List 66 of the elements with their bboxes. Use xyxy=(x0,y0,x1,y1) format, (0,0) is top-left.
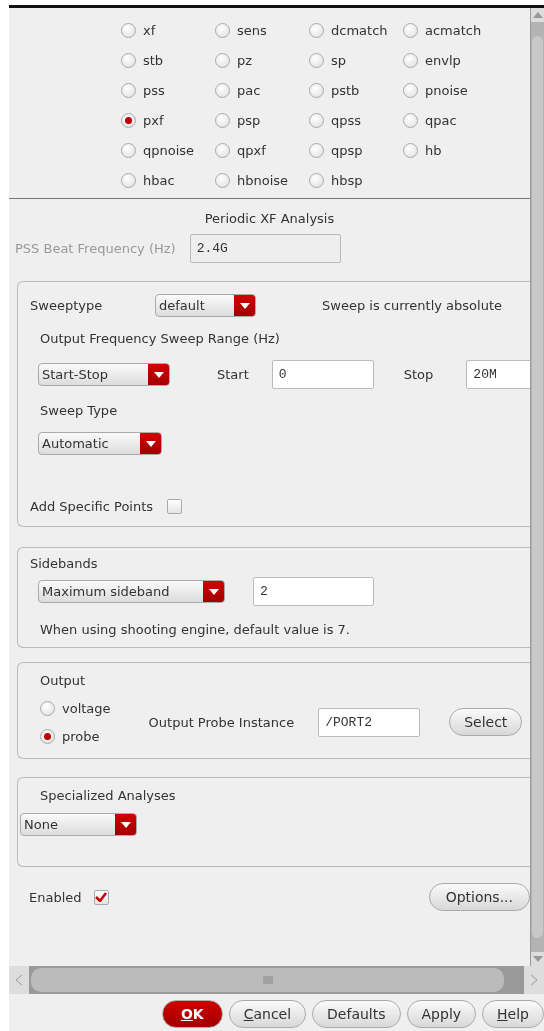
field-label: Output Probe Instance xyxy=(148,714,295,730)
dropdown[interactable]: Start-Stop xyxy=(38,363,170,386)
field-label: Stop xyxy=(403,367,434,382)
input-field[interactable]: /PORT2 xyxy=(318,707,421,737)
radio-option[interactable]: pstb xyxy=(309,80,403,100)
radio-option[interactable]: hb xyxy=(403,140,497,160)
radio-option[interactable]: voltage xyxy=(40,698,111,718)
radio-option[interactable]: hbnoise xyxy=(215,170,309,190)
input-field[interactable]: 0 xyxy=(271,360,374,389)
radio-option[interactable]: hbac xyxy=(121,170,215,190)
field-label: Sweeptype xyxy=(30,298,104,313)
radio-option[interactable]: stb xyxy=(121,50,215,70)
radio-option[interactable]: pac xyxy=(215,80,309,100)
checkbox-label: Add Specific Points xyxy=(30,499,154,514)
radio-option[interactable]: sp xyxy=(309,50,403,70)
radio-option[interactable]: qpac xyxy=(403,110,497,130)
radio-option[interactable]: probe xyxy=(40,726,111,746)
input-field[interactable]: 20M xyxy=(466,360,530,389)
field-label: Sweep Type xyxy=(39,403,119,418)
radio-option[interactable]: pnoise xyxy=(403,80,497,100)
field-label: Output Frequency Sweep Range (Hz) xyxy=(39,331,281,346)
radio-option[interactable]: pxf xyxy=(121,110,215,130)
radio-option[interactable]: psp xyxy=(215,110,309,130)
grip-icon xyxy=(262,976,273,984)
radio-option[interactable]: qpsp xyxy=(309,140,403,160)
radio-option[interactable]: xf xyxy=(121,20,215,40)
radio-option[interactable]: sens xyxy=(215,20,309,40)
caret-icon xyxy=(153,371,164,378)
down-arrow-icon[interactable] xyxy=(532,956,543,962)
status-text: Sweep is currently absolute xyxy=(322,298,502,313)
group-title: Sidebands xyxy=(30,556,99,571)
group-title: Output xyxy=(40,673,87,688)
radio-option[interactable]: qpnoise xyxy=(121,140,215,160)
options-button[interactable]: Options... xyxy=(428,883,530,911)
dialog-button[interactable]: OK xyxy=(161,999,223,1028)
checkbox-label: Enabled xyxy=(29,889,82,905)
input-field[interactable]: 2 xyxy=(253,577,374,606)
field-label: Start xyxy=(217,367,249,382)
dialog-button[interactable]: Defaults xyxy=(312,999,401,1028)
dropdown[interactable]: None xyxy=(20,813,137,836)
radio-option[interactable]: pz xyxy=(215,50,309,70)
radio-option[interactable]: qpss xyxy=(309,110,403,130)
checkbox[interactable] xyxy=(93,889,109,905)
dialog-button[interactable]: Apply xyxy=(406,999,477,1028)
up-arrow-icon[interactable] xyxy=(532,12,543,18)
radio-option[interactable]: qpxf xyxy=(215,140,309,160)
dialog-button[interactable]: Help xyxy=(482,999,544,1028)
caret-icon xyxy=(239,302,250,309)
radio-option[interactable]: envlp xyxy=(403,50,497,70)
checkbox[interactable] xyxy=(167,499,183,514)
field-label: PSS Beat Frequency (Hz) xyxy=(15,241,176,256)
dropdown[interactable]: Automatic xyxy=(38,432,162,455)
radio-option[interactable]: pss xyxy=(121,80,215,100)
radio-option[interactable]: acmatch xyxy=(403,20,497,40)
dropdown[interactable]: default xyxy=(155,294,256,317)
radio-option[interactable]: dcmatch xyxy=(309,20,403,40)
caret-icon xyxy=(145,440,156,447)
caret-icon xyxy=(120,821,131,828)
dialog-button[interactable]: Cancel xyxy=(228,999,307,1028)
group-title: Specialized Analyses xyxy=(39,788,177,803)
caret-icon xyxy=(208,588,219,595)
note-text: When using shooting engine, default value is 7. xyxy=(39,622,351,637)
dropdown[interactable]: Maximum sideband xyxy=(38,580,225,603)
section-title: Periodic XF Analysis xyxy=(203,211,336,226)
radio-option[interactable]: hbsp xyxy=(309,170,403,190)
select-button[interactable]: Select xyxy=(449,708,523,736)
